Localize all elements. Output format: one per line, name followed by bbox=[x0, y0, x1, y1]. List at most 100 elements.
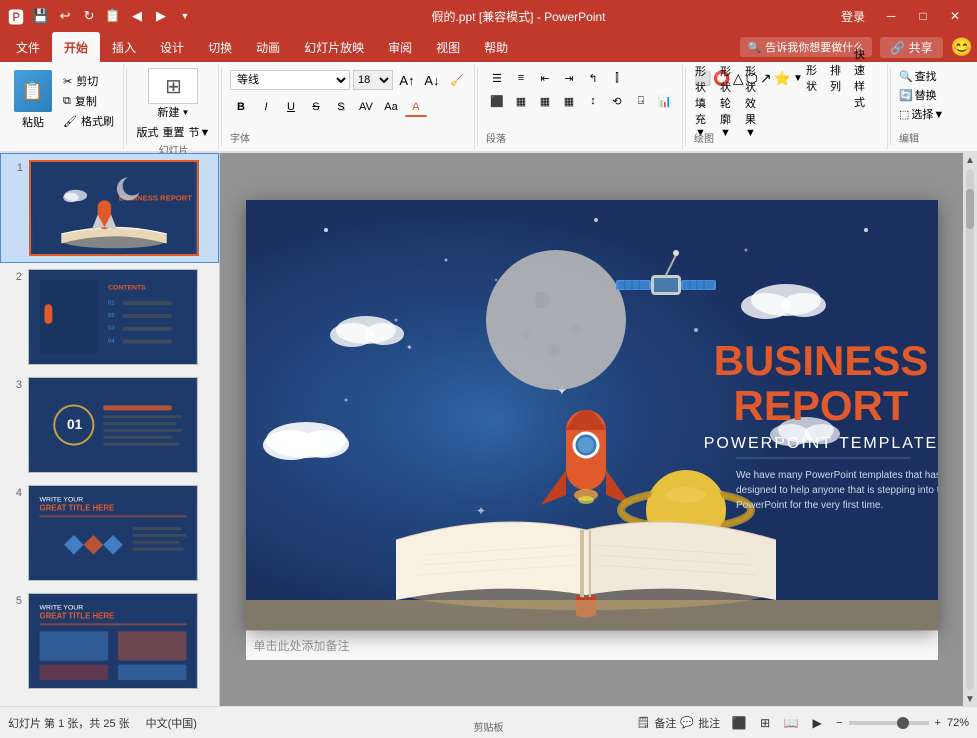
minimize-button[interactable]: ─ bbox=[877, 6, 905, 26]
tab-file[interactable]: 文件 bbox=[4, 32, 52, 62]
app-icon: 🅿 bbox=[8, 4, 24, 28]
tab-view[interactable]: 视图 bbox=[424, 32, 472, 62]
tab-review[interactable]: 审阅 bbox=[376, 32, 424, 62]
bold-button[interactable]: B bbox=[230, 97, 252, 117]
arrange-button[interactable]: 排列 bbox=[829, 68, 851, 88]
ribbon: 文件 开始 插入 设计 切换 动画 幻灯片放映 审阅 视图 帮助 🔍 告诉我你想… bbox=[0, 32, 977, 153]
align-text-btn[interactable]: ⍈ bbox=[630, 91, 652, 111]
char-spacing-button[interactable]: AV bbox=[355, 97, 377, 117]
align-justify-btn[interactable]: ▦ bbox=[558, 91, 580, 111]
tab-home[interactable]: 开始 bbox=[52, 32, 100, 62]
find-button[interactable]: 🔍 查找 bbox=[899, 68, 944, 84]
case-button[interactable]: Aa bbox=[380, 97, 402, 117]
clipboard-group: 📋 粘贴 ✂ 剪切 ⧉ 复制 🖌 格式刷 剪贴板 bbox=[4, 64, 124, 149]
slide-note[interactable]: 单击此处添加备注 bbox=[246, 630, 938, 660]
replace-button[interactable]: 🔄 替换 bbox=[899, 87, 944, 103]
search-box[interactable]: 🔍 告诉我你想要做什么 bbox=[740, 37, 873, 57]
share-button[interactable]: 🔗 共享 bbox=[880, 37, 942, 58]
copy-button[interactable]: ⧉ 复制 bbox=[60, 92, 117, 110]
drawing-label: 绘图 bbox=[694, 128, 714, 145]
tab-transitions[interactable]: 切换 bbox=[196, 32, 244, 62]
select-button[interactable]: ⬚ 选择▼ bbox=[899, 106, 944, 122]
shape-outline-btn[interactable]: 形状轮廓▼ bbox=[719, 91, 741, 111]
drawing-group: ⬜ ⭕ △ ⬡ ↗ ⭐ ▼ 形状 排列 快速样式 形状填充▼ 形状轮廓▼ 形状效… bbox=[688, 64, 888, 149]
text-direction-btn[interactable]: ⟲ bbox=[606, 91, 628, 111]
close-button[interactable]: ✕ bbox=[941, 6, 969, 26]
decrease-indent-btn[interactable]: ⇤ bbox=[534, 68, 556, 88]
cut-button[interactable]: ✂ 剪切 bbox=[60, 72, 117, 90]
text-shadow-button[interactable]: S bbox=[330, 97, 352, 117]
decrease-font-btn[interactable]: A↓ bbox=[421, 70, 443, 90]
smartart-btn[interactable]: 📊 bbox=[654, 91, 676, 111]
print-quick-btn[interactable]: 📋 bbox=[102, 5, 124, 27]
slide-thumb-5[interactable]: 5 WRITE YOUR GREAT TITLE HERE bbox=[0, 587, 219, 695]
tab-design[interactable]: 设计 bbox=[148, 32, 196, 62]
svg-text:BUSINESS: BUSINESS bbox=[713, 337, 928, 384]
paste-button[interactable]: 📋 粘贴 bbox=[10, 68, 56, 132]
slide-thumb-2[interactable]: 2 CONTENTS 01 02 03 04 bbox=[0, 263, 219, 371]
increase-indent-btn[interactable]: ⇥ bbox=[558, 68, 580, 88]
slide-num-2: 2 bbox=[8, 269, 22, 283]
shape-more-btn[interactable]: ▼ bbox=[793, 73, 803, 84]
maximize-button[interactable]: □ bbox=[909, 6, 937, 26]
svg-text:POWERPOINT TEMPLATE: POWERPOINT TEMPLATE bbox=[703, 435, 937, 452]
scroll-thumb[interactable] bbox=[966, 189, 974, 229]
font-color-button[interactable]: A bbox=[405, 97, 427, 117]
layout-button[interactable]: 版式 bbox=[137, 124, 159, 140]
tab-slideshow[interactable]: 幻灯片放映 bbox=[292, 32, 376, 62]
window-controls: 登录 ─ □ ✕ bbox=[841, 6, 969, 26]
line-spacing-btn[interactable]: ↕ bbox=[582, 91, 604, 111]
prev-quick-btn[interactable]: ◀ bbox=[126, 5, 148, 27]
bullets-btn[interactable]: ☰ bbox=[486, 68, 508, 88]
ribbon-content: 📋 粘贴 ✂ 剪切 ⧉ 复制 🖌 格式刷 剪贴板 bbox=[0, 62, 977, 152]
copy-icon: ⧉ bbox=[63, 95, 71, 108]
align-center-btn[interactable]: ▦ bbox=[510, 91, 532, 111]
scroll-down-btn[interactable]: ▼ bbox=[963, 692, 977, 706]
slide-img-5: WRITE YOUR GREAT TITLE HERE bbox=[28, 593, 198, 689]
section-button[interactable]: 节▼ bbox=[189, 124, 211, 140]
shape-button[interactable]: 形状 bbox=[805, 68, 827, 88]
customize-quick-btn[interactable]: ▼ bbox=[174, 5, 196, 27]
login-button[interactable]: 登录 bbox=[841, 8, 865, 25]
slide-num-5: 5 bbox=[8, 593, 22, 607]
align-left-btn[interactable]: ⬛ bbox=[486, 91, 508, 111]
undo-quick-btn[interactable]: ↩ bbox=[54, 5, 76, 27]
shape-effect-btn[interactable]: 形状效果▼ bbox=[744, 91, 766, 111]
reset-button[interactable]: 重置 bbox=[163, 124, 185, 140]
shape-fill-btn[interactable]: 形状填充▼ bbox=[694, 91, 716, 111]
next-quick-btn[interactable]: ▶ bbox=[150, 5, 172, 27]
new-slide-button[interactable]: ⊞ 新建 ▼ bbox=[148, 68, 198, 120]
svg-text:✦: ✦ bbox=[476, 504, 486, 518]
svg-text:03: 03 bbox=[108, 326, 115, 332]
rtl-btn[interactable]: ↰ bbox=[582, 68, 604, 88]
italic-button[interactable]: I bbox=[255, 97, 277, 117]
save-quick-btn[interactable]: 💾 bbox=[30, 5, 52, 27]
slide-thumb-4[interactable]: 4 WRITE YOUR GREAT TITLE HERE bbox=[0, 479, 219, 587]
redo-quick-btn[interactable]: ↻ bbox=[78, 5, 100, 27]
clear-format-btn[interactable]: 🧹 bbox=[446, 70, 468, 90]
slide-thumb-1[interactable]: 1 BUSINESS REPORT bbox=[0, 153, 219, 263]
font-size-select[interactable]: 18 bbox=[353, 70, 393, 90]
tab-insert[interactable]: 插入 bbox=[100, 32, 148, 62]
underline-button[interactable]: U bbox=[280, 97, 302, 117]
font-format-row: B I U S S AV Aa A bbox=[230, 95, 468, 119]
strikethrough-button[interactable]: S bbox=[305, 97, 327, 117]
quick-style-button[interactable]: 快速样式 bbox=[853, 68, 875, 88]
paragraph-label: 段落 bbox=[486, 128, 506, 145]
format-painter-button[interactable]: 🖌 格式刷 bbox=[60, 112, 117, 130]
numbering-btn[interactable]: ≡ bbox=[510, 68, 532, 88]
right-scrollbar[interactable]: ▲ ▼ bbox=[963, 153, 977, 706]
canvas-area: ✦ ✦ ✦ ✦ ✦ ✦ bbox=[220, 153, 963, 706]
font-name-select[interactable]: 等线 bbox=[230, 70, 350, 90]
zoom-thumb[interactable] bbox=[897, 717, 909, 729]
columns-btn[interactable]: ⫿ bbox=[606, 68, 628, 88]
increase-font-btn[interactable]: A↑ bbox=[396, 70, 418, 90]
align-right-btn[interactable]: ▦ bbox=[534, 91, 556, 111]
svg-text:✦: ✦ bbox=[406, 343, 413, 352]
tab-help[interactable]: 帮助 bbox=[472, 32, 520, 62]
zoom-slider[interactable] bbox=[849, 721, 929, 725]
scroll-up-btn[interactable]: ▲ bbox=[963, 153, 977, 167]
slide-canvas[interactable]: ✦ ✦ ✦ ✦ ✦ ✦ bbox=[246, 200, 938, 630]
slide-thumb-3[interactable]: 3 01 bbox=[0, 371, 219, 479]
tab-animations[interactable]: 动画 bbox=[244, 32, 292, 62]
